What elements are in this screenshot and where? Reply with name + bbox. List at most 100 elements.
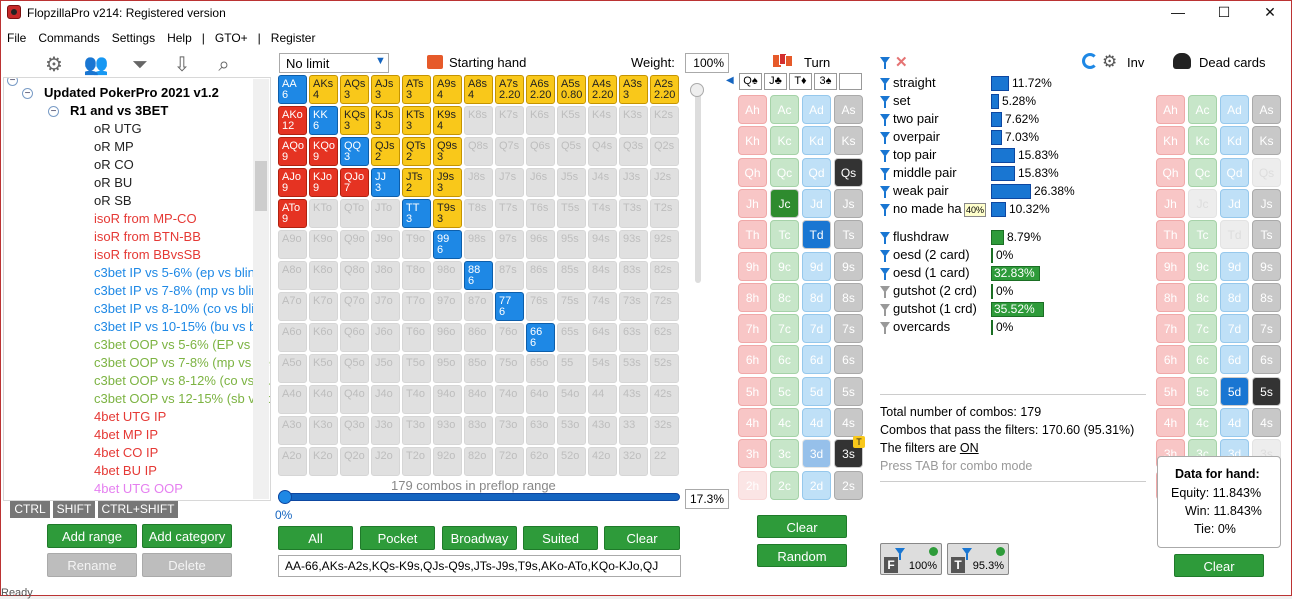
hand-cell[interactable]: A2o xyxy=(278,447,307,476)
hand-cell[interactable]: J4s xyxy=(588,168,617,197)
hand-cell[interactable]: 55 xyxy=(557,354,586,383)
hand-cell[interactable]: 52s xyxy=(650,354,679,383)
card-9c[interactable]: 9c xyxy=(1188,251,1217,281)
hand-cell[interactable]: QQ 3 xyxy=(340,137,369,166)
card-Ts[interactable]: Ts xyxy=(1252,220,1281,250)
hand-cell[interactable]: K4s xyxy=(588,106,617,135)
card-6d[interactable]: 6d xyxy=(1220,345,1249,375)
tree-item[interactable]: 4bet BU IP xyxy=(94,462,157,480)
turn-clear-button[interactable]: Clear xyxy=(757,515,847,538)
range-percent-input[interactable]: 17.3% xyxy=(685,489,729,509)
minimize-button[interactable]: — xyxy=(1155,1,1201,25)
add-category-button[interactable]: Add category xyxy=(142,524,232,548)
hand-cell[interactable]: Q3s xyxy=(619,137,648,166)
board-card-slot[interactable]: T♦ xyxy=(789,73,812,90)
hand-cell[interactable]: 84o xyxy=(464,385,493,414)
card-6c[interactable]: 6c xyxy=(1188,345,1217,375)
hand-cell[interactable]: T4s xyxy=(588,199,617,228)
hand-cell[interactable]: 83o xyxy=(464,416,493,445)
hand-cell[interactable]: K4o xyxy=(309,385,338,414)
hand-cell[interactable]: 74o xyxy=(495,385,524,414)
card-7c[interactable]: 7c xyxy=(1188,314,1217,344)
filter-funnel-icon[interactable] xyxy=(880,166,890,180)
card-6h[interactable]: 6h xyxy=(738,345,767,375)
hand-cell[interactable]: QTs 2 xyxy=(402,137,431,166)
tree-group[interactable]: R1 and vs 3BET xyxy=(70,102,168,120)
filter-funnel-icon[interactable] xyxy=(880,284,890,298)
hand-cell[interactable]: JTs 2 xyxy=(402,168,431,197)
inv-label[interactable]: Inv xyxy=(1127,55,1144,70)
filter-funnel-icon[interactable] xyxy=(880,248,890,262)
filter-funnel-icon[interactable] xyxy=(880,148,890,162)
close-button[interactable]: ✕ xyxy=(1247,1,1292,25)
hand-cell[interactable]: AKs 4 xyxy=(309,75,338,104)
hand-cell[interactable]: 42o xyxy=(588,447,617,476)
filter-funnel-icon[interactable] xyxy=(880,302,890,316)
hand-cell[interactable]: J6s xyxy=(526,168,555,197)
card-3c[interactable]: 3c xyxy=(770,439,799,469)
card-Ah[interactable]: Ah xyxy=(1156,95,1185,124)
hand-cell[interactable]: 96o xyxy=(433,323,462,352)
gear-icon[interactable]: ⚙ xyxy=(1102,52,1117,72)
hand-cell[interactable]: JJ 3 xyxy=(371,168,400,197)
hand-cell[interactable]: T2s xyxy=(650,199,679,228)
card-4d[interactable]: 4d xyxy=(802,408,831,437)
hand-cell[interactable]: K7s xyxy=(495,106,524,135)
hand-cell[interactable]: 54s xyxy=(588,354,617,383)
flop-filter-button[interactable]: F 100% xyxy=(880,543,942,575)
hand-cell[interactable]: 65s xyxy=(557,323,586,352)
hand-cell[interactable]: Q6s xyxy=(526,137,555,166)
hand-cell[interactable]: K3o xyxy=(309,416,338,445)
hand-cell[interactable]: J6o xyxy=(371,323,400,352)
hand-cell[interactable]: TT 3 xyxy=(402,199,431,228)
select-broadway-button[interactable]: Broadway xyxy=(442,526,517,550)
tree-item[interactable]: isoR from MP-CO xyxy=(94,210,197,228)
hand-cell[interactable]: 98o xyxy=(433,261,462,290)
card-2d[interactable]: 2d xyxy=(802,470,831,500)
hand-cell[interactable]: Q5o xyxy=(340,354,369,383)
card-Qh[interactable]: Qh xyxy=(738,157,767,187)
hand-cell[interactable]: T9o xyxy=(402,230,431,259)
hand-cell[interactable]: 92o xyxy=(433,447,462,476)
card-2c[interactable]: 2c xyxy=(770,470,799,500)
card-6h[interactable]: 6h xyxy=(1156,345,1185,375)
filter-funnel-icon[interactable] xyxy=(880,266,890,280)
select-all-button[interactable]: All xyxy=(278,526,353,550)
hand-cell[interactable]: Q4o xyxy=(340,385,369,414)
hand-cell[interactable]: A2s 2.20 xyxy=(650,75,679,104)
card-Ks[interactable]: Ks xyxy=(1252,126,1281,156)
card-Qs[interactable]: Qs xyxy=(834,157,863,187)
tree-item[interactable]: oR MP xyxy=(94,138,134,156)
hand-cell[interactable]: J9o xyxy=(371,230,400,259)
hand-cell[interactable]: K2o xyxy=(309,447,338,476)
search-icon[interactable]: ⌕ xyxy=(211,53,237,77)
card-8d[interactable]: 8d xyxy=(1220,282,1249,312)
card-4c[interactable]: 4c xyxy=(770,408,799,437)
hand-cell[interactable]: 65o xyxy=(526,354,555,383)
hand-cell[interactable]: J3o xyxy=(371,416,400,445)
turn-filter-button[interactable]: T 95.3% xyxy=(947,543,1009,575)
hand-cell[interactable]: 95s xyxy=(557,230,586,259)
hand-cell[interactable]: T2o xyxy=(402,447,431,476)
card-6c[interactable]: 6c xyxy=(770,345,799,375)
card-Qs[interactable]: Qs xyxy=(1252,157,1281,187)
card-Jd[interactable]: Jd xyxy=(1220,188,1249,218)
hand-cell[interactable]: J7s xyxy=(495,168,524,197)
clear-filters-icon[interactable]: ✕ xyxy=(895,53,908,71)
clear-range-button[interactable]: Clear xyxy=(604,526,680,550)
card-3h[interactable]: 3h xyxy=(738,439,767,469)
hand-cell[interactable]: T4o xyxy=(402,385,431,414)
card-9s[interactable]: 9s xyxy=(1252,251,1281,281)
hand-cell[interactable]: T9s 3 xyxy=(433,199,462,228)
card-7d[interactable]: 7d xyxy=(1220,314,1249,344)
hand-cell[interactable]: T5o xyxy=(402,354,431,383)
hand-cell[interactable]: KK 6 xyxy=(309,106,338,135)
hand-cell[interactable]: T6o xyxy=(402,323,431,352)
hand-cell[interactable]: A3o xyxy=(278,416,307,445)
hand-cell[interactable]: 99 6 xyxy=(433,230,462,259)
hand-cell[interactable]: JTo xyxy=(371,199,400,228)
card-5d[interactable]: 5d xyxy=(1220,376,1249,406)
hand-cell[interactable]: Q2o xyxy=(340,447,369,476)
card-Th[interactable]: Th xyxy=(1156,220,1185,250)
hand-cell[interactable]: QJo 7 xyxy=(340,168,369,197)
